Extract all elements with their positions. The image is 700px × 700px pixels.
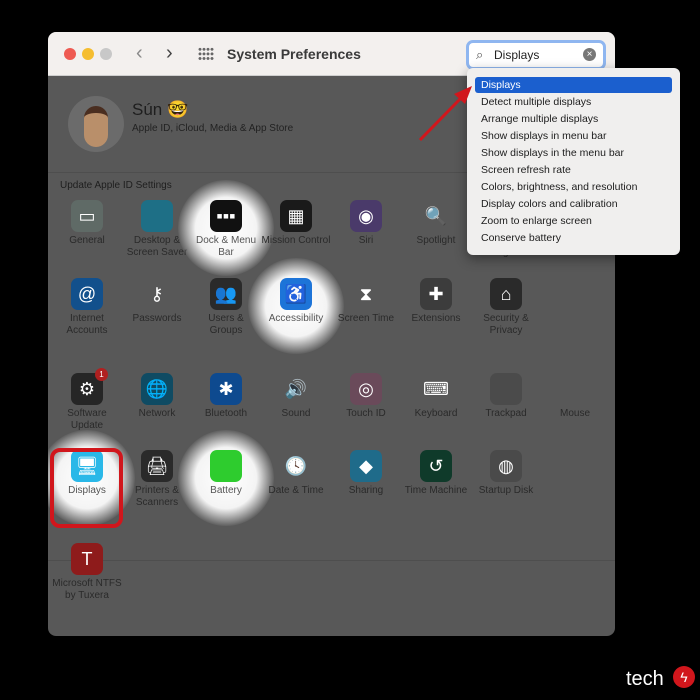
- lightning-logo-icon: ϟ: [673, 666, 695, 688]
- tech-logo-text: tech: [626, 668, 664, 690]
- red-arrow-annotation: [418, 86, 472, 142]
